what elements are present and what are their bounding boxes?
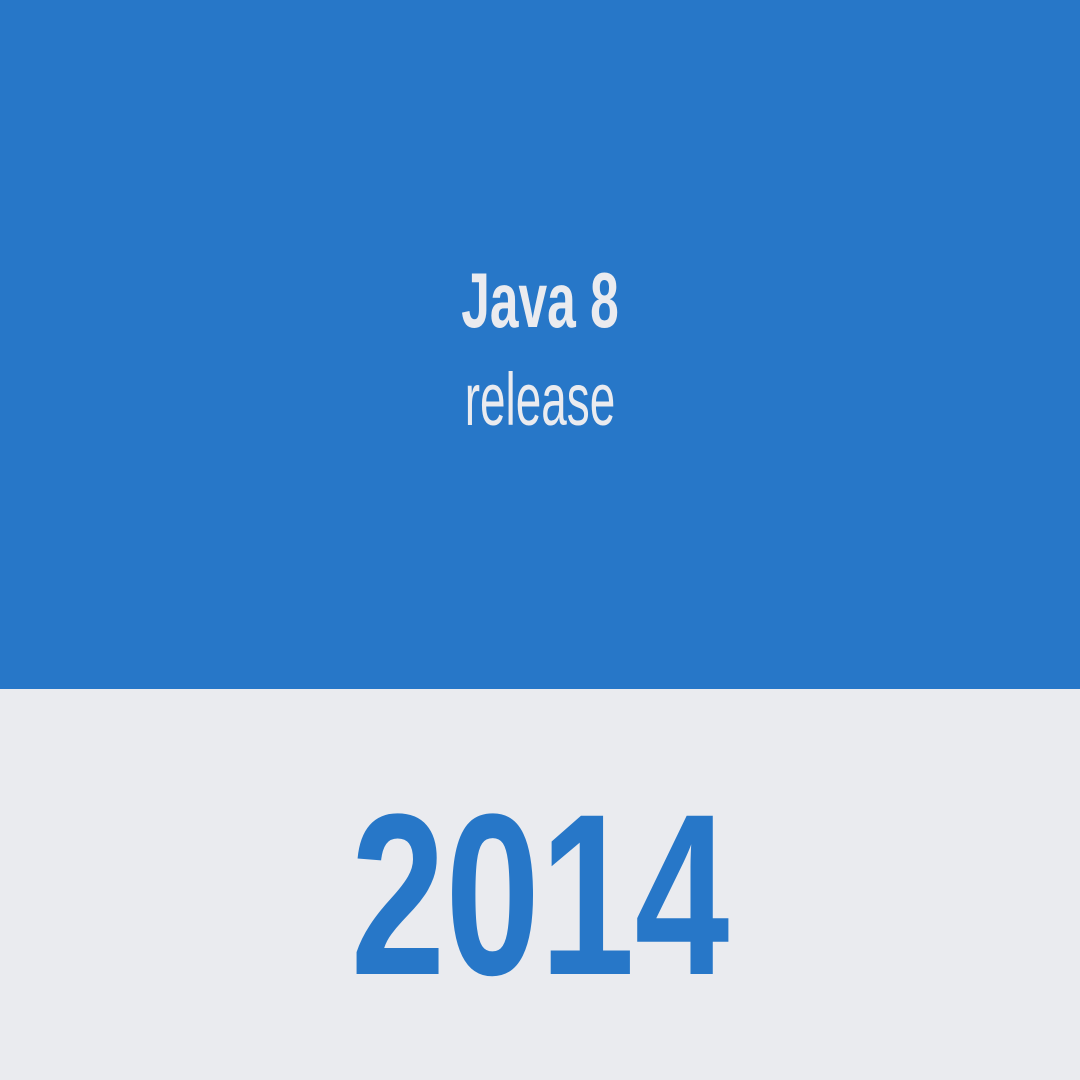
card-subtitle: release [464, 358, 616, 441]
card-title: Java 8 [461, 256, 619, 344]
title-block: Java 8 release [0, 0, 1080, 689]
year-label: 2014 [350, 766, 730, 1023]
